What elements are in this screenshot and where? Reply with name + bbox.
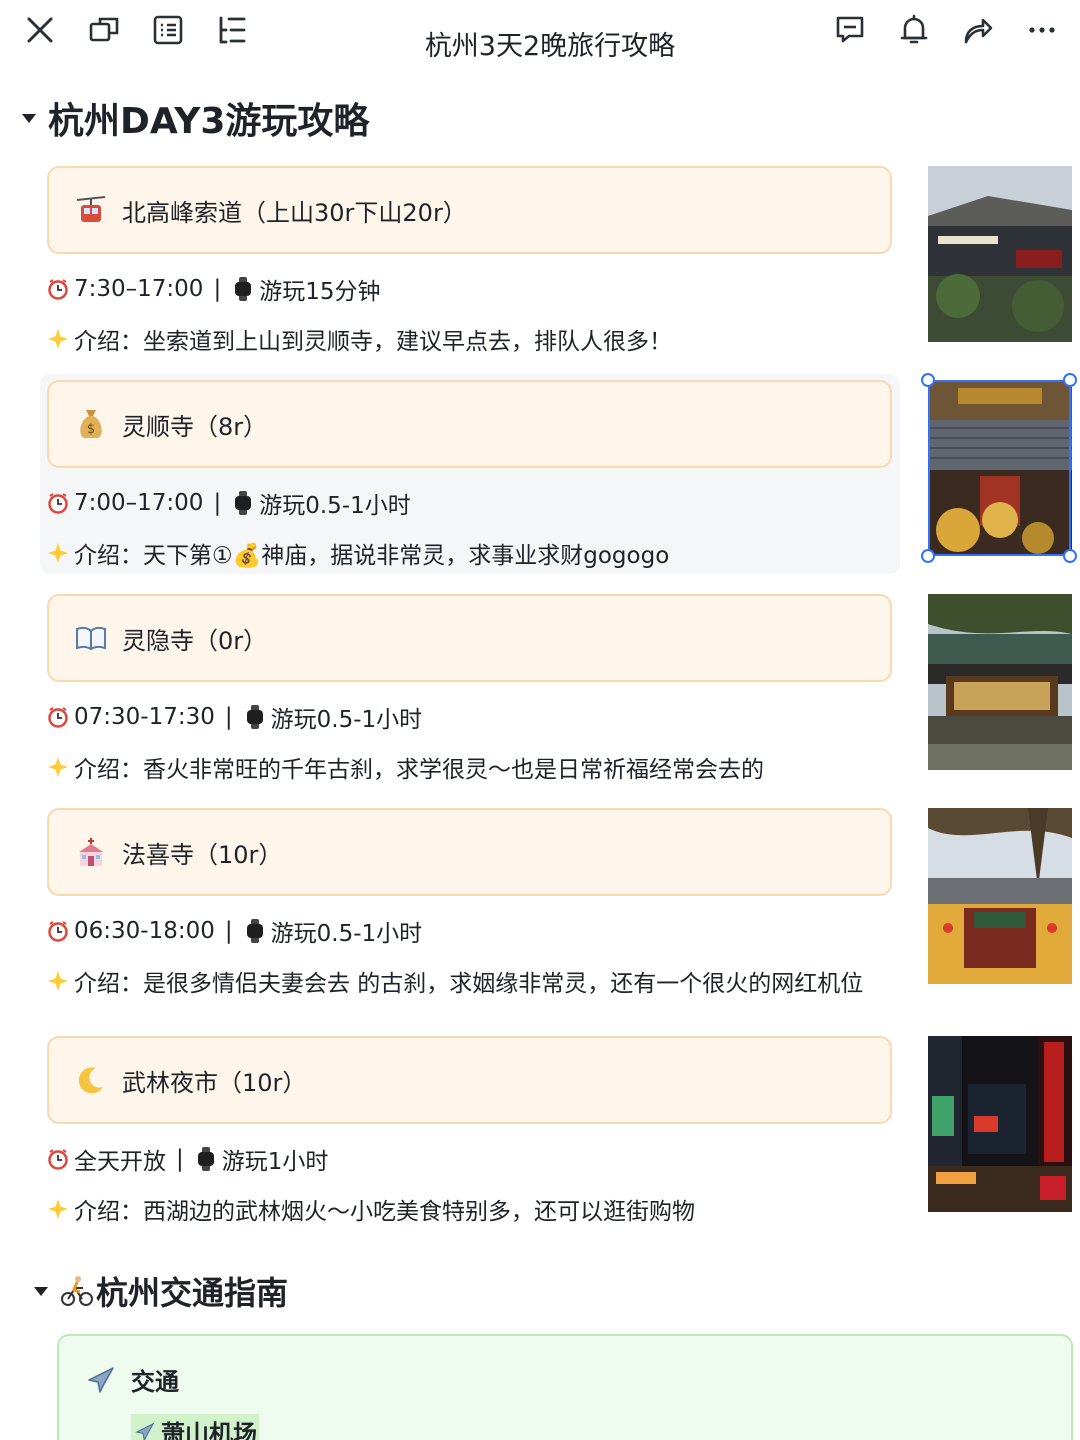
- spot-hours-line: 7:00–17:00 | 游玩0.5-1小时: [46, 486, 411, 520]
- spot-intro: 坐索道到上山到灵顺寺，建议早点去，排队人很多！: [143, 329, 672, 355]
- spot-callout[interactable]: 武林夜市（10r）: [47, 1036, 892, 1124]
- spot-intro-line: 介绍： 西湖边的武林烟火～小吃美食特别多，还可以逛街购物: [46, 1192, 695, 1226]
- alarm-clock-icon: [46, 491, 70, 515]
- cable-car-icon: [74, 193, 108, 227]
- spot-name: 法喜寺（10r）: [122, 840, 283, 869]
- spot-duration: 游玩0.5-1小时: [270, 707, 423, 733]
- watch-icon: [194, 1147, 218, 1171]
- alarm-clock-icon: [46, 277, 70, 301]
- spot-callout[interactable]: 灵隐寺（0r）: [47, 594, 892, 682]
- intro-prefix: 介绍：: [74, 757, 143, 783]
- spot-hours: 07:30-17:30: [74, 704, 215, 730]
- spot-intro: 是很多情侣夫妻会去 的古刹，求姻缘非常灵，还有一个很火的网红机位: [143, 971, 864, 997]
- sparkle-star-icon: [46, 327, 70, 351]
- resize-handle[interactable]: [1063, 373, 1077, 387]
- intro-prefix: 介绍：: [74, 329, 143, 355]
- spot-intro: 天下第①💰神庙，据说非常灵，求事业求财gogogo: [143, 543, 670, 569]
- spot-intro: 西湖边的武林烟火～小吃美食特别多，还可以逛街购物: [143, 1199, 695, 1225]
- sparkle-star-icon: [46, 1197, 70, 1221]
- spot-hours-line: 7:30–17:00 | 游玩15分钟: [46, 272, 380, 306]
- transport-callout[interactable]: 交通 萧山机场: [57, 1334, 1073, 1440]
- airplane-icon: [133, 1420, 157, 1440]
- comment-icon[interactable]: [830, 10, 870, 50]
- transport-item-text: 萧山机场: [161, 1420, 257, 1440]
- intro-prefix: 介绍：: [74, 543, 143, 569]
- spot-hours-line: 06:30-18:00 | 游玩0.5-1小时: [46, 914, 422, 948]
- watch-icon: [231, 491, 255, 515]
- spot-intro-line: 介绍： 香火非常旺的千年古刹，求学很灵～也是日常祈福经常会去的: [46, 750, 764, 784]
- sparkle-star-icon: [46, 541, 70, 565]
- spot-name: 北高峰索道（上山30r下山20r）: [122, 198, 467, 227]
- spot-callout[interactable]: 法喜寺（10r）: [47, 808, 892, 896]
- spot-callout[interactable]: $ 灵顺寺（8r）: [47, 380, 892, 468]
- wulin-night-market-photo[interactable]: [928, 1036, 1072, 1212]
- spot-intro-line: 介绍： 天下第①💰神庙，据说非常灵，求事业求财gogogo: [46, 536, 669, 570]
- spot-block: 武林夜市（10r） 全天开放 | 游玩1小时 介绍： 西湖边的武林烟火～小吃美食特…: [40, 1030, 900, 1230]
- transport-heading: 交通: [85, 1362, 179, 1397]
- spot-block: 法喜寺（10r） 06:30-18:00 | 游玩0.5-1小时 介绍： 是很多情…: [40, 802, 900, 1002]
- transport-heading-text: 交通: [131, 1368, 179, 1396]
- spot-hours: 全天开放: [74, 1149, 166, 1175]
- intro-prefix: 介绍：: [74, 1199, 143, 1225]
- top-toolbar: 杭州3天2晚旅行攻略: [0, 0, 1080, 70]
- transport-item: 萧山机场: [131, 1414, 259, 1440]
- bell-icon[interactable]: [894, 10, 934, 50]
- spot-intro-line: 介绍： 坐索道到上山到灵顺寺，建议早点去，排队人很多！: [46, 322, 672, 356]
- spot-hours: 7:00–17:00: [74, 490, 204, 516]
- image-selection-frame[interactable]: [928, 380, 1071, 556]
- share-icon[interactable]: [958, 10, 998, 50]
- spot-block: 北高峰索道（上山30r下山20r） 7:30–17:00 | 游玩15分钟 介绍…: [40, 160, 900, 360]
- spot-hours-line: 全天开放 | 游玩1小时: [46, 1142, 328, 1176]
- airplane-icon: [85, 1364, 117, 1396]
- cyclist-icon: [60, 1274, 94, 1308]
- spot-duration: 游玩0.5-1小时: [259, 493, 411, 519]
- spot-hours-line: 07:30-17:30 | 游玩0.5-1小时: [46, 700, 422, 734]
- spot-block: 灵隐寺（0r） 07:30-17:30 | 游玩0.5-1小时 介绍： 香火非常旺…: [40, 588, 900, 788]
- spot-duration: 游玩1小时: [221, 1149, 329, 1175]
- wedding-chapel-icon: [74, 835, 108, 869]
- spot-intro-line: 介绍： 是很多情侣夫妻会去 的古刹，求姻缘非常灵，还有一个很火的网红机位: [46, 964, 863, 998]
- resize-handle[interactable]: [1063, 549, 1077, 563]
- spot-name: 灵隐寺（0r）: [122, 626, 268, 655]
- svg-text:$: $: [87, 422, 95, 437]
- spot-name: 武林夜市（10r）: [122, 1068, 307, 1097]
- collapse-caret-icon[interactable]: [34, 1286, 48, 1296]
- collapse-caret-icon[interactable]: [22, 113, 36, 123]
- spot-duration: 游玩15分钟: [259, 279, 381, 305]
- intro-prefix: 介绍：: [74, 971, 143, 997]
- spot-duration: 游玩0.5-1小时: [270, 921, 423, 947]
- spot-callout[interactable]: 北高峰索道（上山30r下山20r）: [47, 166, 892, 254]
- crescent-moon-icon: [74, 1063, 108, 1097]
- spot-hours: 7:30–17:00: [74, 276, 204, 302]
- spot-block-selected: $ 灵顺寺（8r） 7:00–17:00 | 游玩0.5-1小时 介绍： 天下第①…: [40, 374, 900, 574]
- spot-name: 灵顺寺（8r）: [122, 412, 268, 441]
- cableway-station-photo[interactable]: [928, 166, 1072, 342]
- watch-icon: [231, 277, 255, 301]
- lingyin-temple-photo[interactable]: [928, 594, 1072, 770]
- faxi-temple-photo[interactable]: [928, 808, 1072, 984]
- watch-icon: [243, 919, 267, 943]
- alarm-clock-icon: [46, 705, 70, 729]
- money-bag-icon: $: [74, 407, 108, 441]
- spot-intro: 香火非常旺的千年古刹，求学很灵～也是日常祈福经常会去的: [143, 757, 764, 783]
- watch-icon: [243, 705, 267, 729]
- resize-handle[interactable]: [921, 373, 935, 387]
- alarm-clock-icon: [46, 919, 70, 943]
- sparkle-star-icon: [46, 755, 70, 779]
- resize-handle[interactable]: [921, 549, 935, 563]
- section-heading-transport[interactable]: 杭州交通指南: [34, 1268, 288, 1314]
- section-heading-day3[interactable]: 杭州DAY3游玩攻略: [22, 92, 369, 144]
- spot-hours: 06:30-18:00: [74, 918, 215, 944]
- sparkle-star-icon: [46, 969, 70, 993]
- alarm-clock-icon: [46, 1147, 70, 1171]
- open-book-icon: [74, 621, 108, 655]
- more-icon[interactable]: [1022, 10, 1062, 50]
